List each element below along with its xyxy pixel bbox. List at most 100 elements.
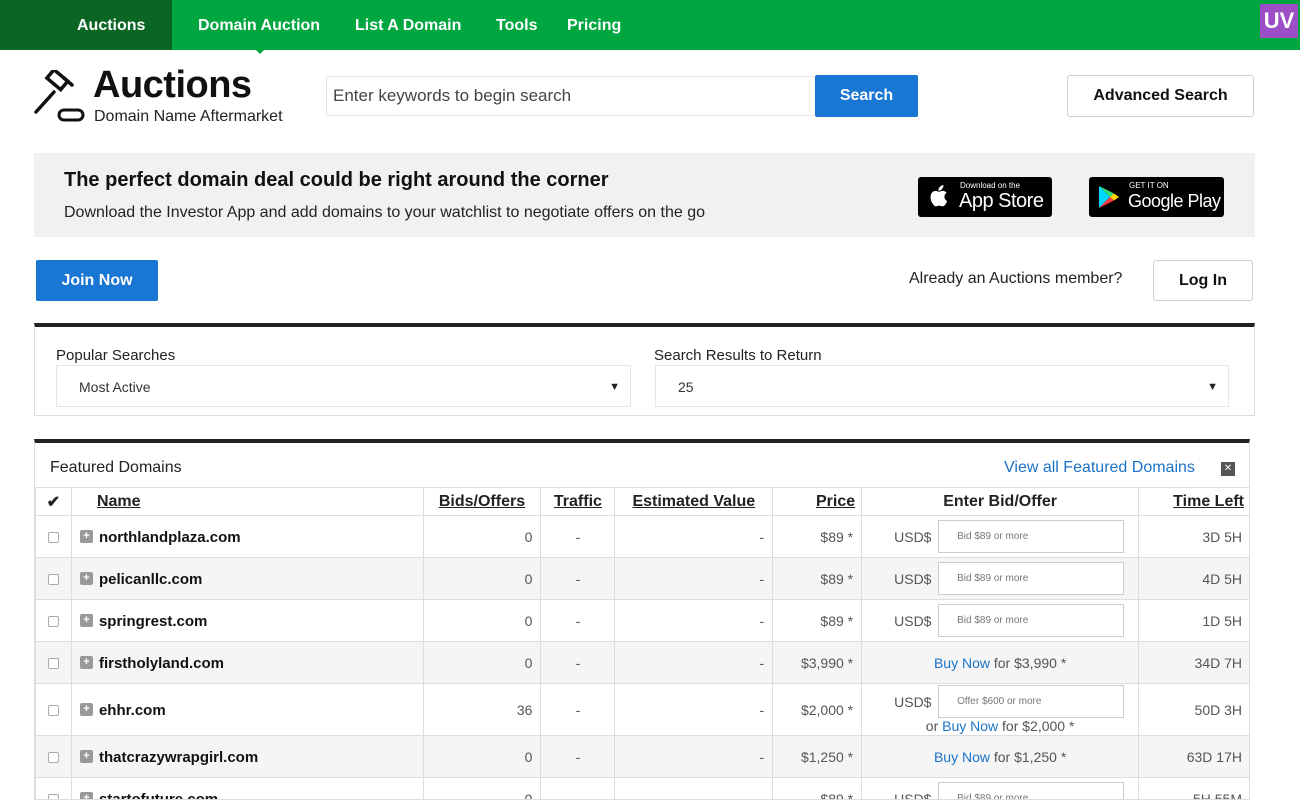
buy-now-price: for $2,000 * [1002, 718, 1075, 734]
table-row: + northlandplaza.com 0 - - $89 * USD$ Bid … [35, 515, 1249, 558]
domain-name[interactable]: startofuture.com [99, 790, 218, 799]
column-name[interactable]: Name [70, 487, 424, 516]
close-icon[interactable]: ✕ [1221, 462, 1235, 476]
google-play-badge[interactable]: GET IT ON Google Play [1089, 177, 1224, 217]
row-checkbox[interactable] [47, 705, 59, 717]
join-now-button[interactable]: Join Now [36, 260, 158, 301]
currency-label: USD$ [894, 612, 932, 629]
domain-name[interactable]: ehhr.com [99, 701, 166, 718]
app-store-text: App Store [959, 190, 1044, 212]
popular-searches-select[interactable]: Most Active ▼ [56, 365, 631, 407]
expand-icon[interactable]: + [79, 572, 93, 586]
estimated-value: - [614, 641, 774, 684]
bids-count: 0 [422, 641, 542, 684]
expand-icon[interactable]: + [79, 703, 93, 717]
column-price[interactable]: Price [772, 487, 863, 516]
time-left: 5H 55M [1138, 777, 1249, 799]
price-value: $3,990 * [772, 641, 863, 684]
nav-tools[interactable]: Tools [496, 0, 537, 50]
domain-name[interactable]: firstholyland.com [99, 654, 224, 671]
expand-icon[interactable]: + [79, 614, 93, 628]
gavel-icon [34, 70, 85, 122]
time-left: 63D 17H [1138, 735, 1249, 778]
nav-pricing[interactable]: Pricing [567, 0, 621, 50]
select-all-column[interactable]: ✔ [35, 487, 72, 516]
or-text: or [925, 718, 939, 734]
apple-icon [930, 185, 948, 207]
bid-input[interactable]: Bid $89 or more [938, 782, 1125, 799]
row-checkbox[interactable] [47, 794, 59, 799]
column-estimated-value[interactable]: Estimated Value [614, 487, 774, 516]
row-checkbox[interactable] [47, 658, 59, 670]
expand-icon[interactable]: + [79, 530, 93, 544]
row-checkbox[interactable] [47, 532, 59, 544]
featured-domains-panel: Featured Domains View all Featured Domai… [34, 439, 1250, 800]
domain-name[interactable]: northlandplaza.com [99, 528, 241, 545]
expand-icon[interactable]: + [79, 656, 93, 670]
app-store-badge[interactable]: Download on the App Store [918, 177, 1052, 217]
promo-text: Download the Investor App and add domain… [64, 204, 706, 221]
traffic-value: - [540, 515, 616, 558]
table-row: + ehhr.com 36 - - $2,000 * USD$ Offer $600… [35, 683, 1249, 736]
row-checkbox[interactable] [47, 574, 59, 586]
log-in-button[interactable]: Log In [1153, 260, 1253, 301]
price-value: $2,000 * [772, 683, 863, 736]
price-value: $89 * [772, 557, 863, 600]
bid-input[interactable]: Bid $89 or more [938, 562, 1125, 595]
domain-name[interactable]: springrest.com [99, 612, 207, 629]
column-enter-bid: Enter Bid/Offer [861, 487, 1140, 516]
traffic-value: - [540, 683, 616, 736]
bids-count: 0 [422, 599, 542, 642]
bid-input[interactable]: Bid $89 or more [938, 604, 1125, 637]
column-bids[interactable]: Bids/Offers [422, 487, 542, 516]
logo-subtitle: Domain Name Aftermarket [94, 108, 283, 125]
estimated-value: - [614, 557, 774, 600]
search-button[interactable]: Search [815, 75, 918, 117]
expand-icon[interactable]: + [79, 792, 93, 799]
featured-title: Featured Domains [50, 459, 182, 476]
price-value: $89 * [772, 777, 863, 799]
estimated-value: - [614, 599, 774, 642]
results-to-return-select[interactable]: 25 ▼ [655, 365, 1229, 407]
domain-name[interactable]: pelicanllc.com [99, 570, 202, 587]
column-time-left[interactable]: Time Left [1138, 487, 1249, 516]
search-input[interactable] [326, 76, 816, 116]
nav-domain-auction[interactable]: Domain Auction [198, 0, 320, 50]
time-left: 50D 3H [1138, 683, 1249, 736]
time-left: 34D 7H [1138, 641, 1249, 684]
uv-badge: UV [1260, 4, 1298, 38]
traffic-value: - [540, 557, 616, 600]
google-play-small-text: GET IT ON [1129, 181, 1169, 190]
estimated-value: - [614, 683, 774, 736]
featured-domains-table: ✔ Name Bids/Offers Traffic Estimated Val… [35, 487, 1249, 799]
row-checkbox[interactable] [47, 616, 59, 628]
view-all-featured-link[interactable]: View all Featured Domains [1004, 459, 1195, 477]
popular-searches-value: Most Active [79, 379, 151, 395]
offer-input[interactable]: Offer $600 or more [938, 685, 1125, 718]
currency-label: USD$ [894, 570, 932, 587]
estimated-value: - [614, 777, 774, 799]
buy-now-link[interactable]: Buy Now [934, 749, 990, 765]
bid-input[interactable]: Bid $89 or more [938, 520, 1125, 553]
traffic-value: - [540, 599, 616, 642]
google-play-icon [1099, 186, 1119, 208]
currency-label: USD$ [894, 528, 932, 545]
member-prompt: Already an Auctions member? [909, 270, 1123, 287]
dropdown-arrow-icon: ▼ [1207, 381, 1218, 393]
column-traffic[interactable]: Traffic [540, 487, 616, 516]
row-checkbox[interactable] [47, 752, 59, 764]
expand-icon[interactable]: + [79, 750, 93, 764]
domain-name[interactable]: thatcrazywrapgirl.com [99, 748, 258, 765]
traffic-value: - [540, 641, 616, 684]
top-nav: Auctions Domain Auction List A Domain To… [0, 0, 1300, 54]
nav-list-a-domain[interactable]: List A Domain [355, 0, 461, 50]
buy-now-link[interactable]: Buy Now [934, 655, 990, 671]
advanced-search-button[interactable]: Advanced Search [1067, 75, 1254, 117]
logo-title: Auctions [93, 64, 252, 106]
buy-now-link[interactable]: Buy Now [942, 718, 998, 734]
app-store-small-text: Download on the [960, 181, 1021, 190]
google-play-text: Google Play [1128, 191, 1221, 211]
nav-auctions[interactable]: Auctions [77, 0, 145, 50]
promo-title: The perfect domain deal could be right a… [64, 169, 609, 191]
buy-now-price: for $1,250 * [993, 748, 1067, 765]
